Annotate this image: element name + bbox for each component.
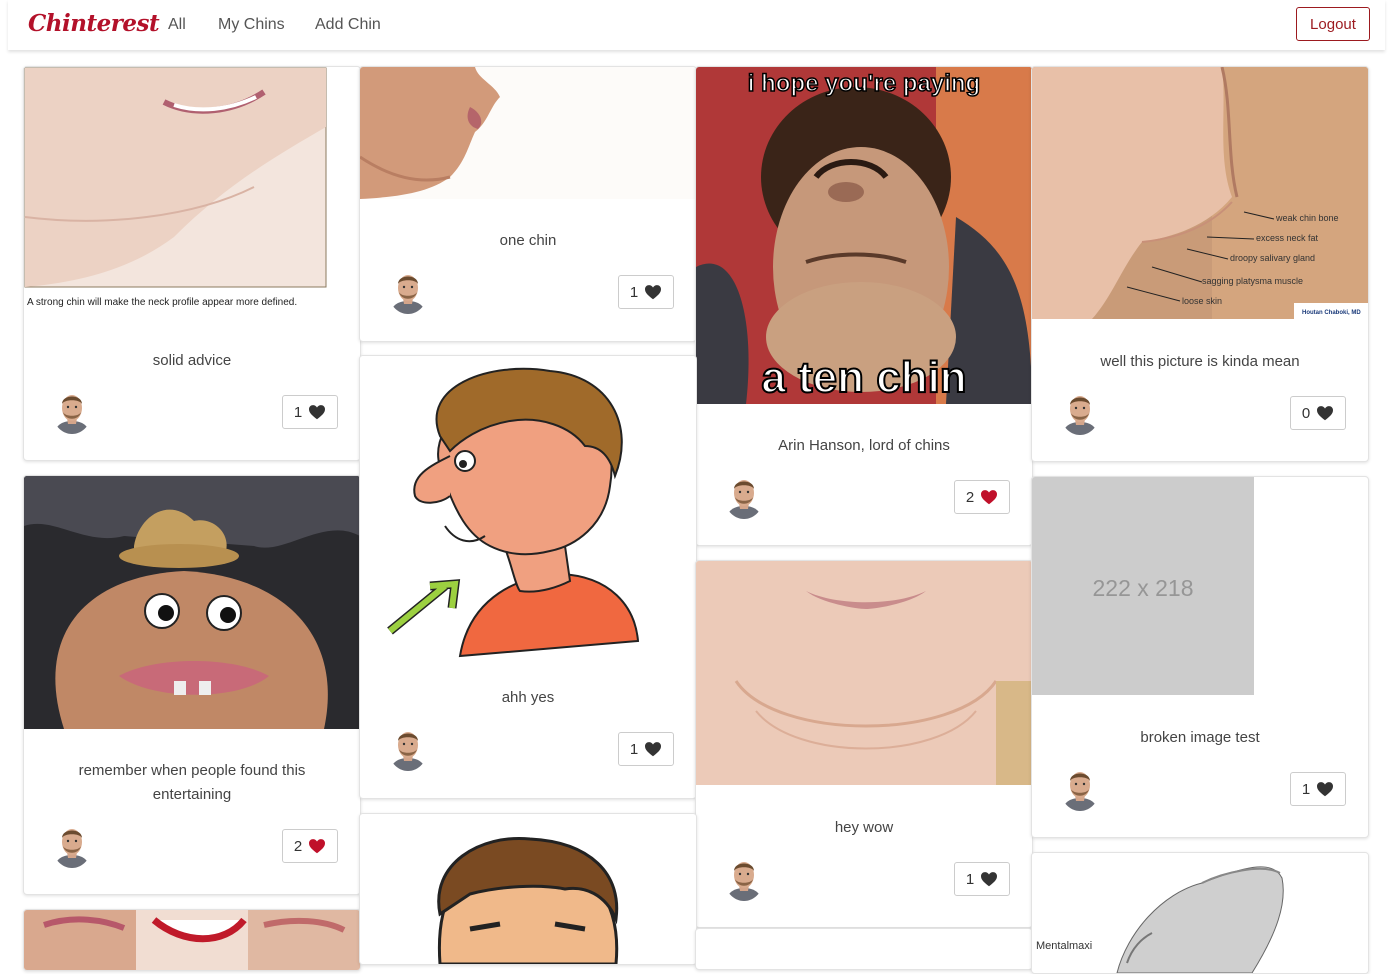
pin-card: one chin 1 [359, 66, 697, 342]
like-count: 1 [293, 403, 303, 421]
like-count: 2 [965, 488, 975, 506]
pin-image[interactable] [360, 356, 696, 661]
like-button[interactable]: 1 [282, 395, 338, 429]
nav-all[interactable]: All [168, 16, 186, 34]
pin-image[interactable]: weak chin bone excess neck fat droopy sa… [1032, 67, 1368, 319]
pin-card: A strong chin will make the neck profile… [23, 66, 361, 461]
pin-title: well this picture is kinda mean [1100, 353, 1300, 370]
pin-image[interactable]: A strong chin will make the neck profile… [24, 67, 360, 317]
pin-image[interactable] [24, 910, 360, 970]
pin-card: i hope you're paying a ten chin Arin Han… [695, 66, 1033, 546]
pin-title: one chin [499, 232, 557, 249]
avatar[interactable] [52, 822, 92, 868]
pin-card [359, 813, 697, 965]
like-button[interactable]: 1 [954, 862, 1010, 896]
nav-my-chins[interactable]: My Chins [218, 16, 285, 34]
like-button[interactable]: 1 [618, 732, 674, 766]
svg-text:excess neck fat: excess neck fat [1256, 233, 1319, 243]
pin-title: hey wow [834, 819, 894, 836]
heart-icon [980, 489, 998, 505]
like-count: 2 [293, 837, 303, 855]
avatar[interactable] [724, 855, 764, 901]
avatar[interactable] [388, 725, 428, 771]
heart-icon [308, 404, 326, 420]
like-count: 1 [629, 740, 639, 758]
pin-title: ahh yes [501, 689, 555, 706]
pin-title: Arin Hanson, lord of chins [778, 437, 950, 454]
pin-card: weak chin bone excess neck fat droopy sa… [1031, 66, 1369, 462]
pin-image[interactable]: Mentalmaxi [1032, 853, 1368, 973]
pin-image[interactable]: i hope you're paying a ten chin [696, 67, 1032, 404]
pin-card: ahh yes 1 [359, 355, 697, 799]
heart-icon [980, 871, 998, 887]
image-credit: Houtan Chaboki, MD [1302, 310, 1361, 316]
svg-text:weak chin bone: weak chin bone [1275, 213, 1339, 223]
avatar[interactable] [1060, 765, 1100, 811]
heart-icon [644, 284, 662, 300]
like-button[interactable]: 2 [282, 829, 338, 863]
heart-icon [1316, 405, 1334, 421]
placeholder-size-label: 222 x 218 [1092, 575, 1194, 601]
svg-text:loose skin: loose skin [1182, 296, 1222, 306]
pin-card [23, 909, 361, 971]
like-count: 1 [629, 283, 639, 301]
pin-card: 222 x 218 broken image test 1 [1031, 476, 1369, 838]
meme-top-text: i hope you're paying [748, 70, 980, 97]
pin-image-placeholder[interactable]: 222 x 218 [1032, 477, 1254, 695]
pin-card: Mentalmaxi [1031, 852, 1369, 974]
like-count: 0 [1301, 404, 1311, 422]
meme-bottom-text: a ten chin [761, 353, 966, 402]
pin-image[interactable] [360, 67, 696, 199]
like-count: 1 [965, 870, 975, 888]
pin-image[interactable] [24, 476, 360, 729]
pin-title: broken image test [1140, 729, 1260, 746]
like-count: 1 [1301, 780, 1311, 798]
avatar[interactable] [724, 473, 764, 519]
avatar[interactable] [52, 388, 92, 434]
like-button[interactable]: 2 [954, 480, 1010, 514]
like-button[interactable]: 1 [618, 275, 674, 309]
brand-logo[interactable]: Chinterest [28, 10, 160, 37]
pin-card: remember when people found this entertai… [23, 475, 361, 895]
avatar[interactable] [388, 268, 428, 314]
image-caption: A strong chin will make the neck profile… [27, 297, 297, 308]
nav-add-chin[interactable]: Add Chin [315, 16, 381, 34]
pin-card: hey wow 1 [695, 560, 1033, 928]
pin-image[interactable] [696, 561, 1032, 785]
pin-card [695, 928, 1033, 970]
pin-title: remember when people found this entertai… [78, 762, 306, 803]
partial-caption: Mentalmaxi [1036, 940, 1092, 952]
pin-image[interactable] [360, 814, 696, 964]
heart-icon [644, 741, 662, 757]
like-button[interactable]: 0 [1290, 396, 1346, 430]
pin-title: solid advice [152, 352, 232, 369]
like-button[interactable]: 1 [1290, 772, 1346, 806]
top-navbar: Chinterest All My Chins Add Chin Logout [8, 0, 1385, 50]
heart-icon [308, 838, 326, 854]
svg-text:droopy salivary gland: droopy salivary gland [1230, 253, 1315, 263]
avatar[interactable] [1060, 389, 1100, 435]
svg-text:sagging platysma muscle: sagging platysma muscle [1202, 276, 1303, 286]
heart-icon [1316, 781, 1334, 797]
logout-button[interactable]: Logout [1296, 7, 1370, 41]
